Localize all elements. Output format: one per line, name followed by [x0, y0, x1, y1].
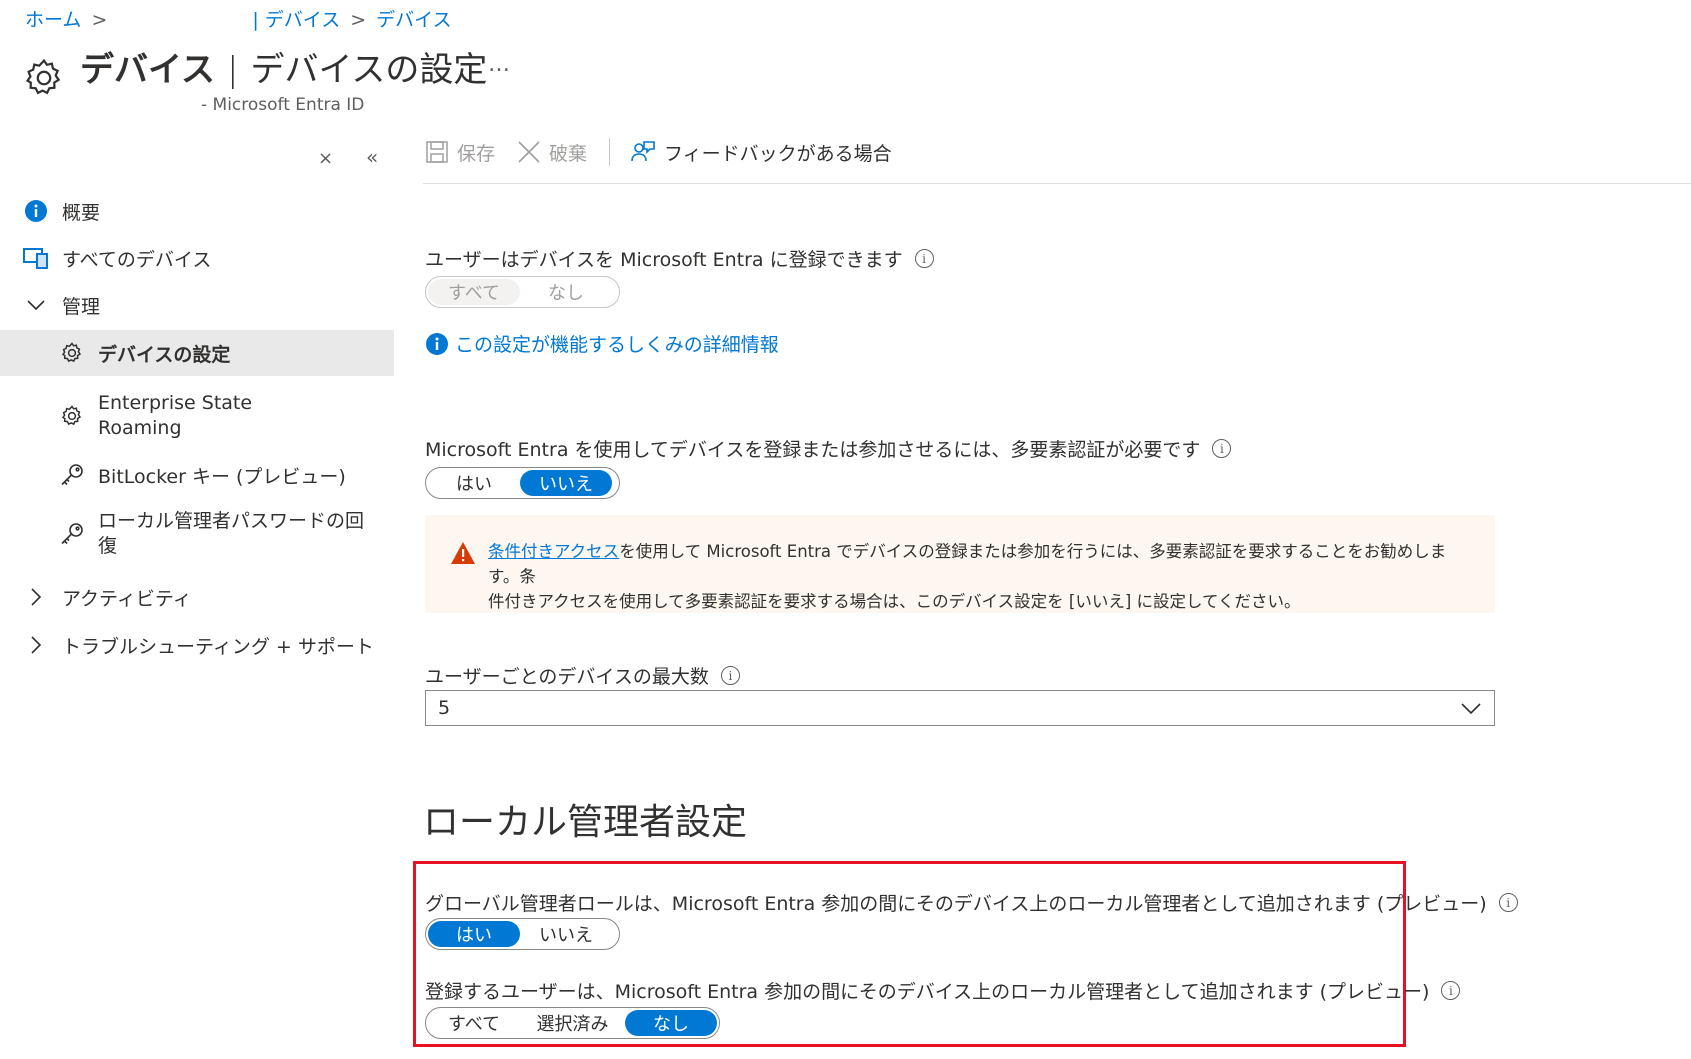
info-icon[interactable]: i — [1212, 439, 1232, 458]
close-icon — [518, 141, 540, 163]
warning-icon — [451, 542, 475, 564]
info-icon — [426, 332, 448, 355]
page-title-divider: | — [226, 50, 239, 90]
sidebar-item-device-settings[interactable]: デバイスの設定 — [0, 330, 394, 376]
toolbar-divider — [609, 138, 611, 166]
command-bar: 保存 破棄 フィードバックがある場合 — [425, 138, 914, 166]
feedback-label: フィードバックがある場合 — [664, 142, 892, 165]
global-admin-option-yes[interactable]: はい — [428, 921, 520, 947]
page-title-primary: デバイス — [80, 50, 215, 90]
devices-icon — [22, 246, 50, 270]
sidebar-item-all-devices[interactable]: すべてのデバイス — [0, 235, 394, 281]
sidebar-group-manage[interactable]: 管理 — [0, 282, 394, 328]
breadcrumb: ホーム > | デバイス > デバイス — [25, 5, 452, 32]
key-icon — [58, 521, 86, 547]
gear-icon — [22, 56, 66, 100]
sidebar-item-bitlocker-keys[interactable]: BitLocker キー (プレビュー) — [0, 452, 394, 498]
register-devices-setting-label: ユーザーはデバイスを Microsoft Entra に登録できます i — [425, 245, 934, 272]
mfa-toggle[interactable]: はい いいえ — [425, 467, 620, 499]
warning-message-bar: 条件付きアクセスを使用して Microsoft Entra でデバイスの登録また… — [425, 515, 1495, 613]
page-title: デバイス | デバイスの設定 — [80, 42, 487, 91]
sidebar-item-label: 復 — [98, 535, 118, 557]
sidebar-item-label: すべてのデバイス — [62, 248, 212, 271]
register-devices-toggle[interactable]: すべて なし — [425, 276, 620, 308]
save-button[interactable]: 保存 — [425, 139, 495, 166]
register-option-none[interactable]: なし — [520, 279, 612, 305]
conditional-access-link[interactable]: 条件付きアクセス — [488, 542, 619, 561]
sidebar-item-label: BitLocker キー (プレビュー) — [98, 465, 346, 488]
sidebar-item-label: ローカル管理者パスワードの回 — [98, 510, 365, 532]
sidebar-item-label: デバイスの設定 — [98, 343, 231, 366]
registering-user-setting-label: 登録するユーザーは、Microsoft Entra 参加の間にそのデバイス上のロ… — [425, 977, 1461, 1004]
more-options-button[interactable]: … — [488, 52, 510, 77]
sidebar-item-label: Roaming — [98, 417, 182, 439]
learn-more-link[interactable]: この設定が機能するしくみの詳細情報 — [425, 330, 779, 357]
feedback-button[interactable]: フィードバックがある場合 — [630, 139, 892, 166]
toolbar-divider-line — [423, 183, 1691, 184]
sidebar-item-label: 管理 — [62, 295, 101, 318]
registering-user-option-all[interactable]: すべて — [428, 1010, 520, 1036]
mfa-setting-label: Microsoft Entra を使用してデバイスを登録または参加させるには、多… — [425, 435, 1232, 462]
sidebar-group-troubleshooting[interactable]: トラブルシューティング + サポート — [0, 622, 394, 668]
chevron-right-icon — [22, 587, 50, 607]
max-devices-value: 5 — [438, 697, 451, 719]
sidebar-item-label: アクティビティ — [62, 587, 192, 610]
breadcrumb-separator: > — [350, 9, 367, 31]
info-icon[interactable]: i — [1498, 893, 1518, 912]
chevron-down-icon — [22, 298, 50, 312]
max-devices-setting-label: ユーザーごとのデバイスの最大数 i — [425, 662, 740, 689]
info-icon[interactable]: i — [914, 249, 934, 268]
page-subtitle: - Microsoft Entra ID — [201, 95, 365, 115]
global-admin-toggle[interactable]: はい いいえ — [425, 918, 620, 950]
chevron-down-icon — [1461, 703, 1481, 715]
breadcrumb-separator: > — [91, 9, 108, 31]
discard-button[interactable]: 破棄 — [517, 139, 587, 166]
sidebar-item-label: 概要 — [62, 201, 101, 224]
breadcrumb-devices-current[interactable]: デバイス — [376, 9, 451, 31]
key-icon — [58, 462, 86, 488]
save-label: 保存 — [457, 142, 496, 165]
gear-icon — [58, 341, 86, 365]
sidebar-item-enterprise-state-roaming[interactable]: Enterprise State Roaming — [0, 388, 394, 444]
discard-label: 破棄 — [549, 142, 588, 165]
max-devices-dropdown[interactable]: 5 — [425, 690, 1495, 726]
breadcrumb-devices-link[interactable]: | デバイス — [252, 9, 340, 31]
save-icon — [426, 141, 448, 163]
registering-user-option-selected[interactable]: 選択済み — [520, 1010, 625, 1036]
sidebar-group-activity[interactable]: アクティビティ — [0, 574, 394, 620]
mfa-option-yes[interactable]: はい — [428, 470, 520, 496]
chevron-right-icon — [22, 635, 50, 655]
info-icon[interactable]: i — [1441, 981, 1461, 1000]
mfa-option-no[interactable]: いいえ — [520, 470, 612, 496]
page-title-secondary: デバイスの設定 — [250, 50, 488, 90]
register-option-all[interactable]: すべて — [428, 279, 520, 305]
sidebar-item-label: トラブルシューティング + サポート — [62, 635, 374, 658]
info-icon[interactable]: i — [720, 666, 740, 685]
global-admin-setting-label: グローバル管理者ロールは、Microsoft Entra 参加の間にそのデバイス… — [425, 889, 1518, 916]
collapse-sidebar-icon[interactable]: « — [366, 145, 378, 169]
sidebar-item-label: Enterprise State — [98, 392, 253, 414]
close-icon[interactable]: × — [318, 148, 333, 169]
gear-icon — [58, 404, 86, 428]
registering-user-option-none[interactable]: なし — [625, 1010, 717, 1036]
sidebar-item-overview[interactable]: 概要 — [0, 188, 394, 234]
info-icon — [22, 199, 50, 223]
feedback-icon — [631, 141, 655, 162]
registering-user-toggle[interactable]: すべて 選択済み なし — [425, 1007, 720, 1039]
local-admin-section-title: ローカル管理者設定 — [423, 802, 748, 843]
breadcrumb-home-link[interactable]: ホーム — [25, 9, 81, 31]
warning-text: 条件付きアクセスを使用して Microsoft Entra でデバイスの登録また… — [488, 542, 1447, 611]
sidebar-item-local-admin-password-recovery[interactable]: ローカル管理者パスワードの回復 — [0, 506, 394, 562]
global-admin-option-no[interactable]: いいえ — [520, 921, 612, 947]
